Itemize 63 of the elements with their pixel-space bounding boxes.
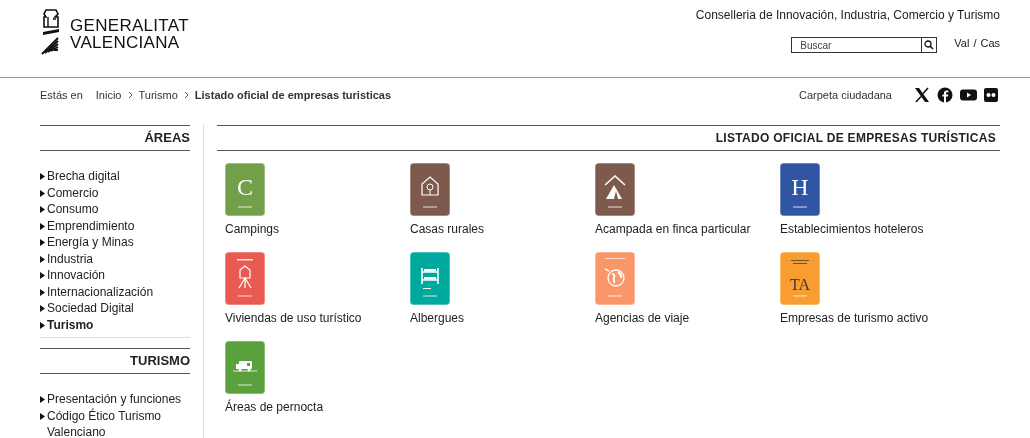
category-link[interactable]: Empresas de turismo activo xyxy=(780,309,929,327)
sidebar-item[interactable]: Código Ético Turismo Valenciano xyxy=(40,407,190,438)
x-icon[interactable] xyxy=(914,87,931,103)
sidebar-item[interactable]: Industria xyxy=(40,250,190,267)
bullet-icon xyxy=(40,412,45,420)
bullet-icon xyxy=(40,305,45,312)
category-link[interactable]: Acampada en finca particular xyxy=(595,220,751,238)
breadcrumb-link[interactable]: Inicio xyxy=(95,86,122,104)
page-title: LISTADO OFICIAL DE EMPRESAS TURÍSTICAS xyxy=(217,125,1000,151)
category-plaque-icon[interactable] xyxy=(410,163,450,216)
search-button[interactable] xyxy=(921,37,938,53)
sidebar-item[interactable]: Energía y Minas xyxy=(40,234,190,251)
category-link[interactable]: Agencias de viaje xyxy=(595,309,690,327)
category-link[interactable]: Áreas de pernocta xyxy=(225,398,324,416)
search-icon xyxy=(924,40,935,50)
bullet-icon xyxy=(40,206,45,213)
category-link[interactable]: Establecimientos hoteleros xyxy=(780,220,924,238)
category-plaque-icon[interactable]: TA xyxy=(780,252,820,305)
sidebar-item[interactable]: Internacionalización xyxy=(40,283,190,300)
sidebar-item[interactable]: Innovación xyxy=(40,267,190,284)
breadcrumb-label: Estás en xyxy=(40,87,83,103)
language-link[interactable]: Val xyxy=(954,35,970,52)
category-plaque-icon[interactable] xyxy=(595,163,635,216)
category-link[interactable]: Albergues xyxy=(410,309,465,327)
sidebar-item[interactable]: Sociedad Digital xyxy=(40,300,190,317)
sidebar-item[interactable]: Consumo xyxy=(40,201,190,218)
category-link[interactable]: Viviendas de uso turístico xyxy=(225,309,362,327)
category-plaque-icon[interactable]: H xyxy=(780,163,820,216)
search-field[interactable]: Buscar xyxy=(791,37,922,53)
language-separator: / xyxy=(973,36,977,51)
logo-text: VALENCIANA xyxy=(70,34,181,51)
bullet-icon xyxy=(40,239,45,246)
category-plaque-icon[interactable] xyxy=(225,341,265,394)
chevron-icon xyxy=(127,91,133,99)
bullet-icon xyxy=(40,396,45,403)
citizen-folder-link[interactable]: Carpeta ciudadana xyxy=(799,86,892,104)
bullet-icon xyxy=(40,189,45,197)
breadcrumb-current[interactable]: Listado oficial de empresas turisticas xyxy=(194,86,392,104)
category-plaque-icon[interactable] xyxy=(410,252,450,305)
breadcrumb-link[interactable]: Turismo xyxy=(138,86,178,104)
chevron-icon xyxy=(183,91,189,99)
bullet-icon xyxy=(40,255,45,263)
section-heading: TURISMO xyxy=(40,348,190,374)
logo-text: GENERALITAT xyxy=(70,17,189,34)
bullet-icon xyxy=(40,288,45,296)
category-link[interactable]: Campings xyxy=(225,220,280,238)
category-link[interactable]: Casas rurales xyxy=(410,220,485,238)
bullet-icon xyxy=(40,321,45,329)
bullet-icon xyxy=(40,272,45,279)
sidebar-item[interactable]: Comercio xyxy=(40,184,190,201)
department-name: Conselleria de Innovación, Industria, Comercio y Turismo xyxy=(695,7,1000,24)
section-heading: ÁREAS xyxy=(40,125,190,151)
bullet-icon xyxy=(40,173,45,180)
facebook-icon[interactable] xyxy=(937,87,954,103)
sidebar-item[interactable]: Emprendimiento xyxy=(40,217,190,234)
sidebar-item[interactable]: Presentación y funciones xyxy=(40,391,190,408)
bullet-icon xyxy=(40,222,45,230)
sidebar-item[interactable]: Turismo xyxy=(40,316,190,333)
dots-icon[interactable] xyxy=(983,87,1000,103)
sidebar-item[interactable]: Brecha digital xyxy=(40,168,190,185)
video-play-icon[interactable] xyxy=(960,87,977,103)
category-plaque-icon[interactable] xyxy=(225,252,265,305)
language-link[interactable]: Cas xyxy=(980,35,1000,52)
